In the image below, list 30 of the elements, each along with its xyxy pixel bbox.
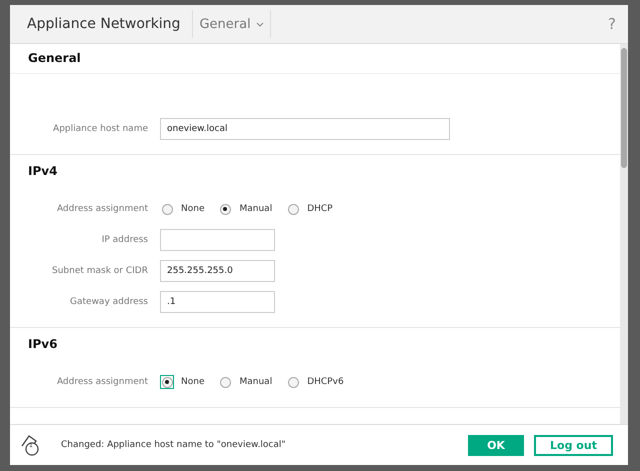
section-title: IPv6 [27, 336, 58, 353]
radio-label[interactable]: Manual [239, 377, 272, 387]
field-label: Gateway address [69, 297, 149, 307]
radio-label[interactable]: Manual [239, 204, 272, 214]
input-field[interactable]: 255.255.255.0 [160, 260, 275, 282]
radio-button[interactable] [218, 375, 232, 389]
radio-button[interactable] [218, 202, 232, 216]
scrollbar[interactable] [620, 44, 628, 424]
field-label: Appliance host name [52, 124, 149, 134]
input-field[interactable]: .1 [160, 291, 275, 313]
caret-icon [256, 22, 264, 26]
field-label: Subnet mask or CIDR [51, 266, 149, 276]
input-field[interactable]: oneview.local [160, 118, 450, 140]
field-label: IP address [100, 235, 149, 245]
view-selector[interactable]: General [193, 10, 271, 38]
radio-button[interactable] [286, 202, 300, 216]
dialog-title: Appliance Networking [10, 10, 194, 38]
radio-label[interactable]: None [181, 204, 204, 214]
radio-button[interactable] [160, 202, 174, 216]
section-title: IPv4 [27, 163, 58, 180]
field-label: Address assignment [56, 204, 149, 214]
radio-label[interactable]: DHCPv6 [307, 377, 344, 387]
radio-button[interactable] [160, 375, 174, 389]
input-field[interactable] [160, 229, 275, 251]
section-title: General [10, 44, 620, 74]
radio-label[interactable]: None [181, 377, 204, 387]
radio-label[interactable]: DHCP [307, 204, 333, 214]
status-message: Changed: Appliance host name to "oneview.local" [61, 440, 286, 450]
radio-button[interactable] [286, 375, 300, 389]
field-label: Address assignment [56, 377, 149, 387]
